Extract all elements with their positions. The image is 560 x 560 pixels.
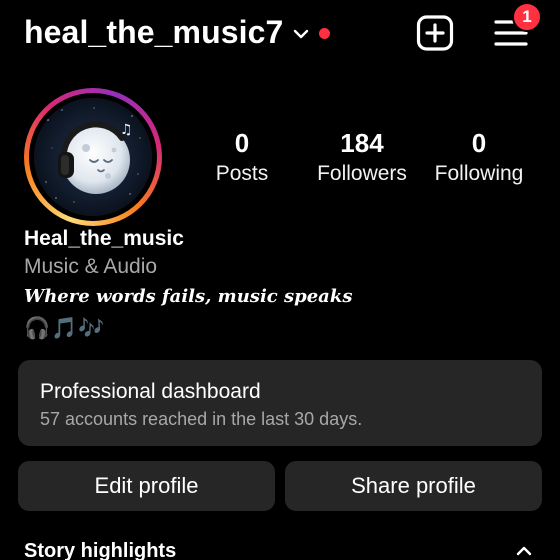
category-label[interactable]: Music & Audio [24, 253, 157, 281]
username: heal_the_music7 [24, 14, 284, 50]
followers-label: Followers [317, 162, 407, 185]
live-dot [319, 27, 331, 39]
svg-text:♫: ♫ [120, 122, 133, 138]
followers-count: 184 [340, 128, 384, 158]
plus-square-icon[interactable] [416, 15, 454, 51]
dashboard-title: Professional dashboard [40, 380, 261, 403]
story-highlights-title: Story highlights [24, 540, 177, 560]
posts-stat[interactable]: 0 Posts [211, 126, 273, 188]
bio-text: Where words fails, music speaks [24, 286, 353, 307]
professional-dashboard-card[interactable]: Professional dashboard 57 accounts reach… [18, 360, 542, 446]
posts-label: Posts [215, 162, 269, 185]
avatar[interactable]: ♫ [24, 88, 162, 226]
top-bar: heal_the_music7 1 [0, 0, 560, 66]
share-profile-button[interactable]: Share profile [285, 461, 542, 511]
posts-count: 0 [234, 128, 250, 158]
notification-badge[interactable]: 1 [512, 2, 542, 32]
edit-profile-button[interactable]: Edit profile [18, 461, 275, 511]
bio-emojis: 🎧🎵🎶 [24, 317, 106, 340]
following-stat[interactable]: 0 Following [430, 126, 528, 188]
account-switcher[interactable]: heal_the_music7 [24, 12, 331, 52]
following-count: 0 [471, 128, 487, 158]
profile-screen: heal_the_music7 1 ♫ 0 Posts 184 Follower… [0, 0, 560, 560]
followers-stat[interactable]: 184 Followers [312, 126, 412, 188]
following-label: Following [434, 162, 524, 185]
dashboard-subtitle: 57 accounts reached in the last 30 days. [40, 409, 363, 429]
chevron-up-icon[interactable] [514, 543, 534, 557]
moon-headphones-avatar: ♫ [34, 98, 152, 216]
display-name: Heal_the_music [24, 227, 184, 250]
chevron-down-icon [294, 29, 309, 38]
